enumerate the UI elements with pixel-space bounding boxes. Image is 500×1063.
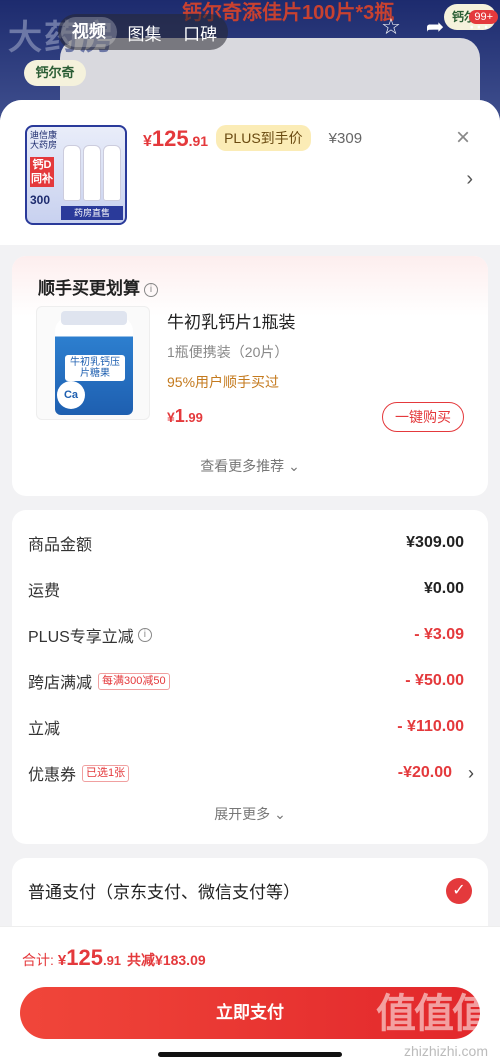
addon-item-name[interactable]: 牛初乳钙片1瓶装 <box>167 308 295 333</box>
addon-item-spec: 1瓶便携装（20片） <box>167 344 289 360</box>
info-icon[interactable]: i <box>144 282 158 297</box>
coupon-value: -¥20.00 <box>397 764 452 781</box>
original-price: ¥309 <box>328 130 363 147</box>
summary-row-instant-discount: 立减 - ¥110.00 <box>28 718 464 738</box>
summary-row-coupon[interactable]: 优惠券 已选1张 -¥20.00 › <box>28 758 474 788</box>
chevron-down-icon: ⌄ <box>288 458 300 474</box>
see-more-recommendations[interactable]: 查看更多推荐 ⌄ <box>12 456 488 476</box>
total-price: 125 <box>66 945 103 970</box>
subtotal-value: ¥309.00 <box>406 534 464 551</box>
shipping-value: ¥0.00 <box>423 580 464 597</box>
info-icon[interactable]: i <box>137 628 152 642</box>
current-price: ¥125.91 <box>143 126 209 151</box>
watermark-url: zhizhizhi.com <box>403 1043 488 1059</box>
share-icon[interactable]: ➦ <box>422 14 448 40</box>
tab-video[interactable]: 视频 <box>61 17 117 47</box>
bottom-bar: 合计: ¥ 125 .91 共减¥183.09 立即支付 值值值 zhizhiz… <box>0 926 500 1063</box>
addon-price: ¥1.99 <box>167 406 203 426</box>
favorite-star-icon[interactable]: ☆ <box>378 14 404 40</box>
chevron-right-icon: › <box>468 762 474 783</box>
price-row: ¥125.91 PLUS到手价 ¥309 <box>143 125 363 154</box>
home-indicator[interactable] <box>158 1052 342 1057</box>
one-click-buy-button[interactable]: 一键购买 <box>382 402 464 432</box>
chevron-right-icon[interactable]: › <box>466 168 473 191</box>
summary-row-plus-discount: PLUS专享立减 i - ¥3.09 <box>28 626 464 646</box>
thumb-store-text: 迪信康 大药房 <box>30 130 58 150</box>
addon-recommendation-card: 顺手买更划算 i 牛初乳钙压片糖果 Ca 牛初乳钙片1瓶装 1瓶便携装（20片） … <box>12 256 488 496</box>
summary-row-subtotal: 商品金额 ¥309.00 <box>28 534 464 554</box>
chevron-down-icon: ⌄ <box>274 806 286 822</box>
total-row: 合计: ¥ 125 .91 共减¥183.09 <box>22 945 206 970</box>
expand-more-button[interactable]: 展开更多 ⌄ <box>12 804 488 824</box>
instant-discount-value: - ¥110.00 <box>397 718 464 735</box>
payment-method-label[interactable]: 普通支付（京东支付、微信支付等） <box>28 878 300 903</box>
coupon-tag: 已选1张 <box>82 764 130 782</box>
plus-discount-value: - ¥3.09 <box>414 626 464 643</box>
bottle-image <box>63 145 81 201</box>
checkout-sheet: 迪信康 大药房 钙D 同补 300 药房直售 ¥125.91 PLUS到手价 ¥… <box>0 100 500 1063</box>
thumb-bar: 药房直售 <box>61 206 123 220</box>
close-icon[interactable]: × <box>456 124 470 152</box>
thumb-red-label: 钙D 同补 <box>30 157 54 187</box>
media-tabs: 视频 图集 口碑 <box>58 14 228 50</box>
summary-row-shipping: 运费 ¥0.00 <box>28 580 464 600</box>
cart-badge: 99+ <box>469 10 498 24</box>
addon-social-proof: 95%用户顺手买过 <box>167 374 280 390</box>
thumb-count: 300 <box>30 193 51 207</box>
tab-reviews[interactable]: 口碑 <box>172 20 228 45</box>
bottle-image <box>103 145 121 201</box>
addon-product-image[interactable]: 牛初乳钙压片糖果 Ca <box>36 306 150 420</box>
plus-price-tag: PLUS到手价 <box>216 125 311 151</box>
check-icon[interactable]: ✓ <box>446 878 472 904</box>
bottle-label: 牛初乳钙压片糖果 <box>65 355 125 381</box>
brand-logo: 钙尔奇 <box>24 60 86 86</box>
cross-store-value: - ¥50.00 <box>405 672 464 689</box>
bottle-image <box>83 145 101 201</box>
bottle-cap <box>61 311 127 325</box>
watermark: 值值值 <box>376 992 492 1036</box>
calcium-badge: Ca <box>57 381 85 409</box>
product-thumbnail[interactable]: 迪信康 大药房 钙D 同补 300 药房直售 <box>25 125 127 225</box>
addon-title: 顺手买更划算 i <box>38 274 158 299</box>
product-header: 迪信康 大药房 钙D 同补 300 药房直售 ¥125.91 PLUS到手价 ¥… <box>0 100 500 245</box>
summary-row-cross-store: 跨店满减 每满300减50 - ¥50.00 <box>28 672 464 692</box>
cross-store-tag: 每满300减50 <box>98 672 170 690</box>
total-discount: 共减¥183.09 <box>127 952 206 968</box>
order-summary-card: 商品金额 ¥309.00 运费 ¥0.00 PLUS专享立减 i - ¥3.09 … <box>12 510 488 844</box>
tab-gallery[interactable]: 图集 <box>117 20 173 45</box>
